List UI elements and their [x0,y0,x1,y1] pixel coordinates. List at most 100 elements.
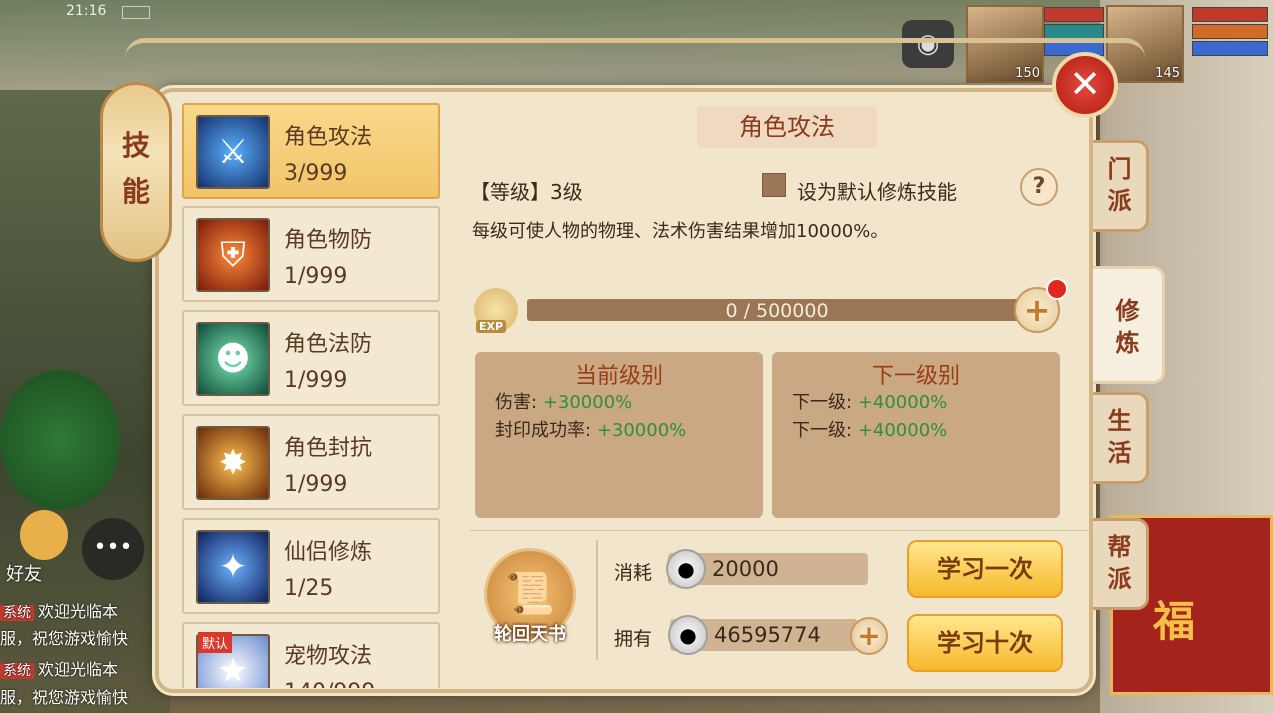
own-value: 46595774 [714,623,821,647]
skill-name: 角色法防 [284,332,373,357]
next-level-box: 下一级别 下一级: +40000% 下一级: +40000% [772,352,1060,518]
notification-dot [1046,278,1068,300]
exp-icon: EXP [474,288,518,333]
close-button[interactable]: ✕ [1052,52,1118,118]
hp-bar [1044,7,1104,22]
divider [470,530,1090,531]
chat-text: 欢迎光临本 [38,602,119,621]
exp-bar [1192,41,1268,56]
close-icon: ✕ [1069,62,1101,106]
skill-count: 1/999 [284,472,348,497]
stat-value: +30000% [596,420,687,441]
tree [0,370,120,510]
stat-value: +40000% [857,420,948,441]
silver-coin-icon: ● [668,615,708,655]
current-stat-line: 封印成功率: +30000% [495,416,686,442]
chat-icon: ••• [93,535,133,560]
chat-text: 服，祝您游戏愉快 [0,629,129,648]
stat-value: +40000% [857,392,948,413]
chat-line: 服，祝您游戏愉快 [0,684,128,708]
friend-avatar[interactable] [20,510,68,560]
cost-label: 消耗 [614,562,653,584]
tab-label: 生活 [1107,406,1132,467]
skill-lantern-title: 技 能 [100,82,172,262]
plus-icon: + [857,619,881,652]
tab-label: 帮派 [1107,532,1132,593]
skill-item-pet-attack[interactable]: 默认 ★ 宠物攻法 140/999 [182,622,440,688]
book-label: 轮回天书 [494,624,566,645]
learn-ten-button[interactable]: 学习十次 [907,614,1063,672]
tab-cultivation[interactable]: 修炼 [1093,266,1165,384]
detail-title: 角色攻法 [697,106,877,148]
default-skill-label[interactable]: 设为默认修炼技能 [797,176,957,205]
tab-label: 门派 [1107,154,1132,215]
skill-name: 仙侣修炼 [284,540,373,565]
flame-seal-icon: ✸ [196,426,270,500]
skill-count: 3/999 [284,161,348,186]
plus-icon: + [1023,291,1051,329]
tab-sect[interactable]: 门派 [1093,140,1149,232]
silver-coin-icon: ● [666,549,706,589]
current-level-box: 当前级别 伤害: +30000% 封印成功率: +30000% [475,352,763,518]
next-stat-line: 下一级: +40000% [792,388,947,414]
skill-level: 【等级】3级 [470,180,583,204]
default-skill-checkbox[interactable] [762,173,786,197]
add-silver-button[interactable]: + [850,617,888,655]
hero-level: 150 [1015,66,1040,81]
scroll-icon: 📜 [505,571,555,617]
jade-figure-icon: ☻ [196,322,270,396]
mp-bar [1044,24,1104,39]
panel-top-rail [125,38,1145,65]
lantern-char-1: 技 [121,129,150,162]
chat-line: 系统 欢迎光临本 [0,598,118,622]
stat-value: +30000% [542,392,633,413]
battery-icon [122,6,150,19]
skill-name: 角色物防 [284,228,373,253]
skill-list[interactable]: ⚔ 角色攻法 3/999 ⛨ 角色物防 1/999 ☻ 角色法防 1/999 ✸… [182,103,440,688]
skill-item-seal-resist[interactable]: ✸ 角色封抗 1/999 [182,414,440,510]
sword-crystal-icon: ✦ [196,530,270,604]
chat-line: 服，祝您游戏愉快 [0,625,128,649]
chat-button[interactable]: ••• [82,518,144,580]
lantern-char-2: 能 [121,175,150,208]
hp-bar [1192,7,1268,22]
sword-aura-icon: ⚔ [196,115,270,189]
mp-bar [1192,24,1268,39]
stat-label: 下一级: [792,392,853,413]
fu-character: 福 [1153,597,1196,646]
tab-label: 修炼 [1115,296,1140,357]
chat-tag: 系统 [0,663,34,679]
skill-name: 角色封抗 [284,436,373,461]
current-level-title: 当前级别 [574,364,663,389]
chat-text: 服，祝您游戏愉快 [0,688,129,707]
skill-item-companion[interactable]: ✦ 仙侣修炼 1/25 [182,518,440,614]
current-stat-line: 伤害: +30000% [495,388,632,414]
stat-label: 下一级: [792,420,853,441]
chat-line: 系统 欢迎光临本 [0,656,118,680]
skill-count: 1/25 [284,576,334,601]
skill-item-magic-defense[interactable]: ☻ 角色法防 1/999 [182,310,440,406]
skill-item-attack[interactable]: ⚔ 角色攻法 3/999 [182,103,440,199]
own-label: 拥有 [614,628,653,650]
chat-tag: 系统 [0,605,34,621]
tab-guild[interactable]: 帮派 [1093,518,1149,610]
hero-level: 145 [1155,66,1180,81]
question-icon: ? [1032,174,1046,199]
skill-name: 角色攻法 [284,125,373,150]
skill-count: 1/999 [284,368,348,393]
status-time: 21:16 [66,3,107,19]
tab-life[interactable]: 生活 [1093,392,1149,484]
help-button[interactable]: ? [1020,168,1058,206]
skill-name: 宠物攻法 [284,644,373,669]
exp-label: EXP [476,320,507,333]
default-badge: 默认 [198,632,233,653]
skill-item-physical-defense[interactable]: ⛨ 角色物防 1/999 [182,206,440,302]
stat-label: 伤害: [495,392,538,413]
learn-once-button[interactable]: 学习一次 [907,540,1063,598]
stat-label: 封印成功率: [495,420,592,441]
next-stat-line: 下一级: +40000% [792,416,947,442]
friend-label[interactable]: 好友 [6,560,42,586]
skill-count: 1/999 [284,264,348,289]
vertical-divider [596,540,598,660]
hero-bars-2 [1192,7,1268,58]
